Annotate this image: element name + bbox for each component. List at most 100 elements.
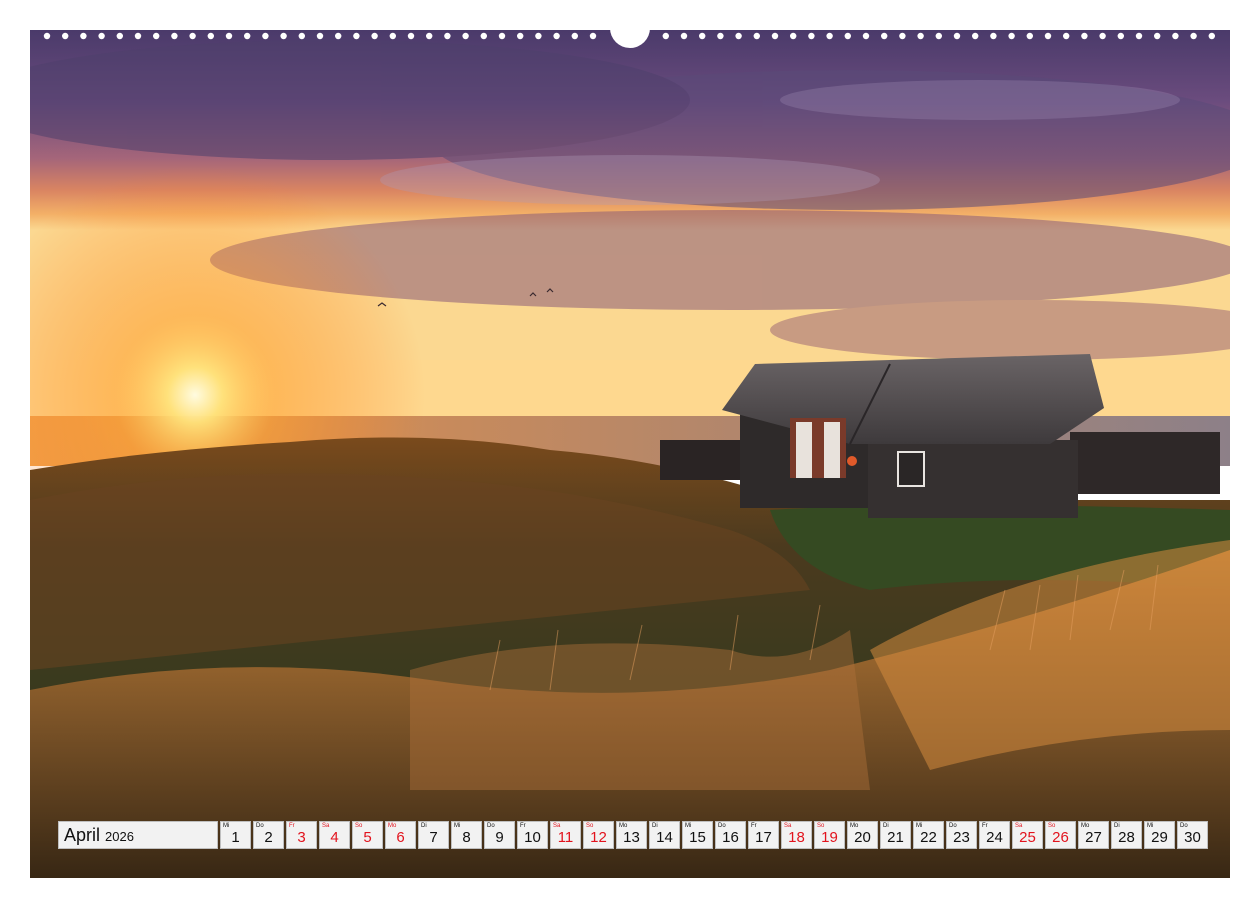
binding-hole bbox=[244, 32, 251, 40]
month-label-box: April 2026 bbox=[58, 821, 218, 849]
day-number: 22 bbox=[920, 829, 937, 846]
day-number: 5 bbox=[363, 829, 372, 846]
binding-hole bbox=[225, 32, 233, 40]
binding-hole bbox=[426, 32, 433, 40]
binding-hole bbox=[480, 32, 487, 40]
day-cell: So 5 bbox=[352, 821, 383, 849]
binding-hole bbox=[1026, 32, 1033, 40]
binding-hole bbox=[1117, 32, 1125, 40]
day-number: 23 bbox=[953, 829, 970, 846]
binding-hole bbox=[699, 32, 706, 40]
day-number: 24 bbox=[986, 829, 1003, 846]
day-cell: Mi 22 bbox=[913, 821, 944, 849]
binding-hole bbox=[116, 32, 124, 40]
binding-hole bbox=[335, 32, 342, 40]
day-cell: So 19 bbox=[814, 821, 845, 849]
day-cell: Do 9 bbox=[484, 821, 515, 849]
day-number: 9 bbox=[495, 829, 504, 846]
day-cell: Fr 3 bbox=[286, 821, 317, 849]
day-number: 2 bbox=[264, 829, 273, 846]
binding-hole bbox=[280, 32, 287, 40]
binding-hole bbox=[571, 32, 578, 40]
day-cell: Mi 29 bbox=[1144, 821, 1175, 849]
hanger-notch bbox=[610, 28, 650, 48]
day-cells: Mi 1 Do 2 Fr 3 Sa 4 So 5 Mo 6 Di 7 Mi 8 Do 9 Fr 10 Sa 11 So 12 M… bbox=[220, 821, 1208, 851]
binding-hole bbox=[1208, 32, 1216, 40]
binding-hole bbox=[899, 32, 906, 40]
day-cell: Sa 18 bbox=[781, 821, 812, 849]
weekday-label: So bbox=[355, 823, 363, 829]
day-number: 12 bbox=[590, 829, 607, 846]
day-number: 16 bbox=[722, 829, 739, 846]
day-cell: Mo 27 bbox=[1078, 821, 1109, 849]
binding-hole bbox=[917, 32, 924, 40]
binding-hole bbox=[862, 32, 870, 40]
day-number: 11 bbox=[557, 829, 574, 846]
binding-hole bbox=[1081, 32, 1088, 40]
day-cell: Di 14 bbox=[649, 821, 680, 849]
year: 2026 bbox=[105, 829, 134, 844]
spiral-binding-holes bbox=[30, 28, 1230, 48]
binding-hole bbox=[498, 32, 506, 40]
day-number: 25 bbox=[1019, 829, 1036, 846]
binding-hole bbox=[134, 32, 142, 40]
binding-hole bbox=[407, 32, 415, 40]
day-cell: Di 21 bbox=[880, 821, 911, 849]
day-cell: Do 30 bbox=[1177, 821, 1208, 849]
day-number: 18 bbox=[788, 829, 805, 846]
day-number: 15 bbox=[689, 829, 706, 846]
binding-hole bbox=[262, 32, 269, 40]
binding-hole bbox=[808, 32, 815, 40]
day-cell: Di 7 bbox=[418, 821, 449, 849]
binding-hole bbox=[43, 32, 51, 40]
binding-hole bbox=[680, 32, 688, 40]
binding-hole bbox=[771, 32, 779, 40]
binding-hole bbox=[189, 32, 196, 40]
weekday-label: Di bbox=[421, 823, 427, 829]
day-number: 20 bbox=[854, 829, 871, 846]
binding-hole bbox=[98, 32, 105, 40]
binding-hole bbox=[353, 32, 360, 40]
day-number: 14 bbox=[656, 829, 673, 846]
day-cell: Mo 13 bbox=[616, 821, 647, 849]
binding-hole bbox=[1044, 32, 1052, 40]
weekday-label: Mo bbox=[388, 823, 397, 829]
binding-hole bbox=[589, 32, 597, 40]
day-cell: So 12 bbox=[583, 821, 614, 849]
day-number: 4 bbox=[330, 829, 339, 846]
weekday-label: Mi bbox=[223, 823, 230, 829]
day-number: 30 bbox=[1184, 829, 1201, 846]
binding-hole bbox=[953, 32, 961, 40]
day-cell: Do 23 bbox=[946, 821, 977, 849]
binding-hole bbox=[717, 32, 724, 40]
day-cell: Do 16 bbox=[715, 821, 746, 849]
binding-hole bbox=[735, 32, 742, 40]
binding-hole bbox=[553, 32, 560, 40]
binding-hole bbox=[153, 32, 160, 40]
day-number: 19 bbox=[821, 829, 838, 846]
day-cell: Di 28 bbox=[1111, 821, 1142, 849]
binding-hole bbox=[207, 32, 214, 40]
day-cell: Mo 6 bbox=[385, 821, 416, 849]
weekday-label: Fr bbox=[289, 823, 295, 829]
day-cell: Sa 4 bbox=[319, 821, 350, 849]
day-cell: Sa 25 bbox=[1012, 821, 1043, 849]
binding-hole bbox=[298, 32, 305, 40]
day-number: 3 bbox=[297, 829, 306, 846]
binding-hole bbox=[990, 32, 997, 40]
binding-hole bbox=[1154, 32, 1161, 40]
binding-hole bbox=[171, 32, 178, 40]
weekday-label: Mi bbox=[454, 823, 461, 829]
binding-hole bbox=[935, 32, 942, 40]
day-number: 1 bbox=[231, 829, 240, 846]
binding-hole bbox=[1008, 32, 1015, 40]
binding-hole bbox=[844, 32, 851, 40]
day-cell: Fr 24 bbox=[979, 821, 1010, 849]
binding-hole bbox=[535, 32, 542, 40]
day-number: 7 bbox=[429, 829, 438, 846]
day-cell: Mi 8 bbox=[451, 821, 482, 849]
binding-hole bbox=[62, 32, 69, 40]
binding-hole bbox=[1099, 32, 1106, 40]
binding-hole bbox=[662, 32, 669, 40]
month-name: April bbox=[64, 824, 101, 845]
